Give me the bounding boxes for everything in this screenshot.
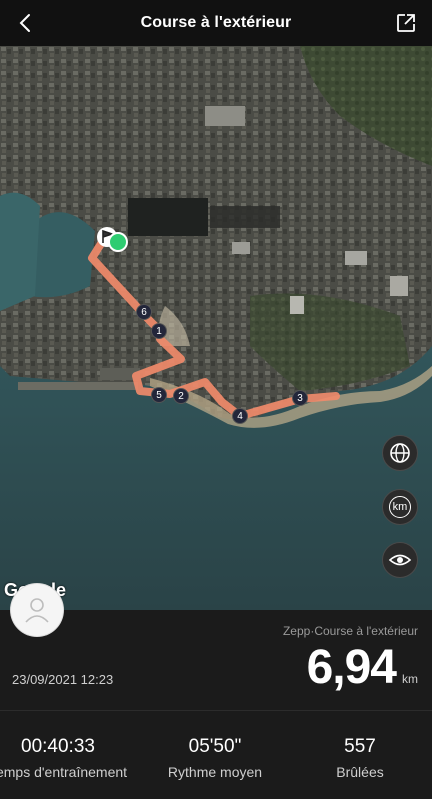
stat-duration: 00:40:33 Temps d'entraînement xyxy=(0,736,130,780)
share-icon xyxy=(397,14,415,32)
km-toggle-label: km xyxy=(389,496,411,518)
satellite-map xyxy=(0,46,432,610)
device-label: Zepp·Course à l'extérieur xyxy=(282,624,418,638)
eye-icon xyxy=(388,554,412,566)
map-style-button[interactable] xyxy=(382,435,418,471)
stat-value: 00:40:33 xyxy=(21,736,95,757)
workout-date: 23/09/2021 12:23 xyxy=(12,672,114,687)
stat-value: 05'50" xyxy=(188,736,242,757)
km-marker: 1 xyxy=(151,323,167,339)
km-markers-toggle[interactable]: km xyxy=(382,489,418,525)
top-bar: Course à l'extérieur xyxy=(0,0,432,46)
start-marker-icon xyxy=(108,232,128,252)
stat-pace: 05'50" Rythme moyen xyxy=(143,736,287,780)
route-map[interactable]: 123456 km Google xyxy=(0,46,432,610)
visibility-toggle[interactable] xyxy=(382,542,418,578)
distance-unit: km xyxy=(402,672,418,686)
workout-summary: Zepp·Course à l'extérieur 6,94 km 23/09/… xyxy=(0,610,432,710)
stat-label: Brûlées xyxy=(336,764,384,780)
back-button[interactable] xyxy=(14,11,38,35)
km-marker: 2 xyxy=(173,388,189,404)
stat-label: Rythme moyen xyxy=(167,764,263,780)
km-marker: 3 xyxy=(292,390,308,406)
divider xyxy=(0,710,432,711)
stat-label: Temps d'entraînement xyxy=(0,764,128,780)
km-marker: 5 xyxy=(151,387,167,403)
km-marker: 4 xyxy=(232,408,248,424)
chevron-left-icon xyxy=(19,14,30,32)
globe-icon xyxy=(390,443,410,463)
stats-row: 00:40:33 Temps d'entraînement 05'50" Ryt… xyxy=(0,736,432,796)
stat-value: 557 xyxy=(344,736,376,757)
km-marker: 6 xyxy=(136,304,152,320)
share-button[interactable] xyxy=(394,11,418,35)
stat-calories: 557 Brûlées xyxy=(288,736,432,780)
distance-value: 6,94 xyxy=(306,641,397,694)
page-title: Course à l'extérieur xyxy=(140,14,292,31)
